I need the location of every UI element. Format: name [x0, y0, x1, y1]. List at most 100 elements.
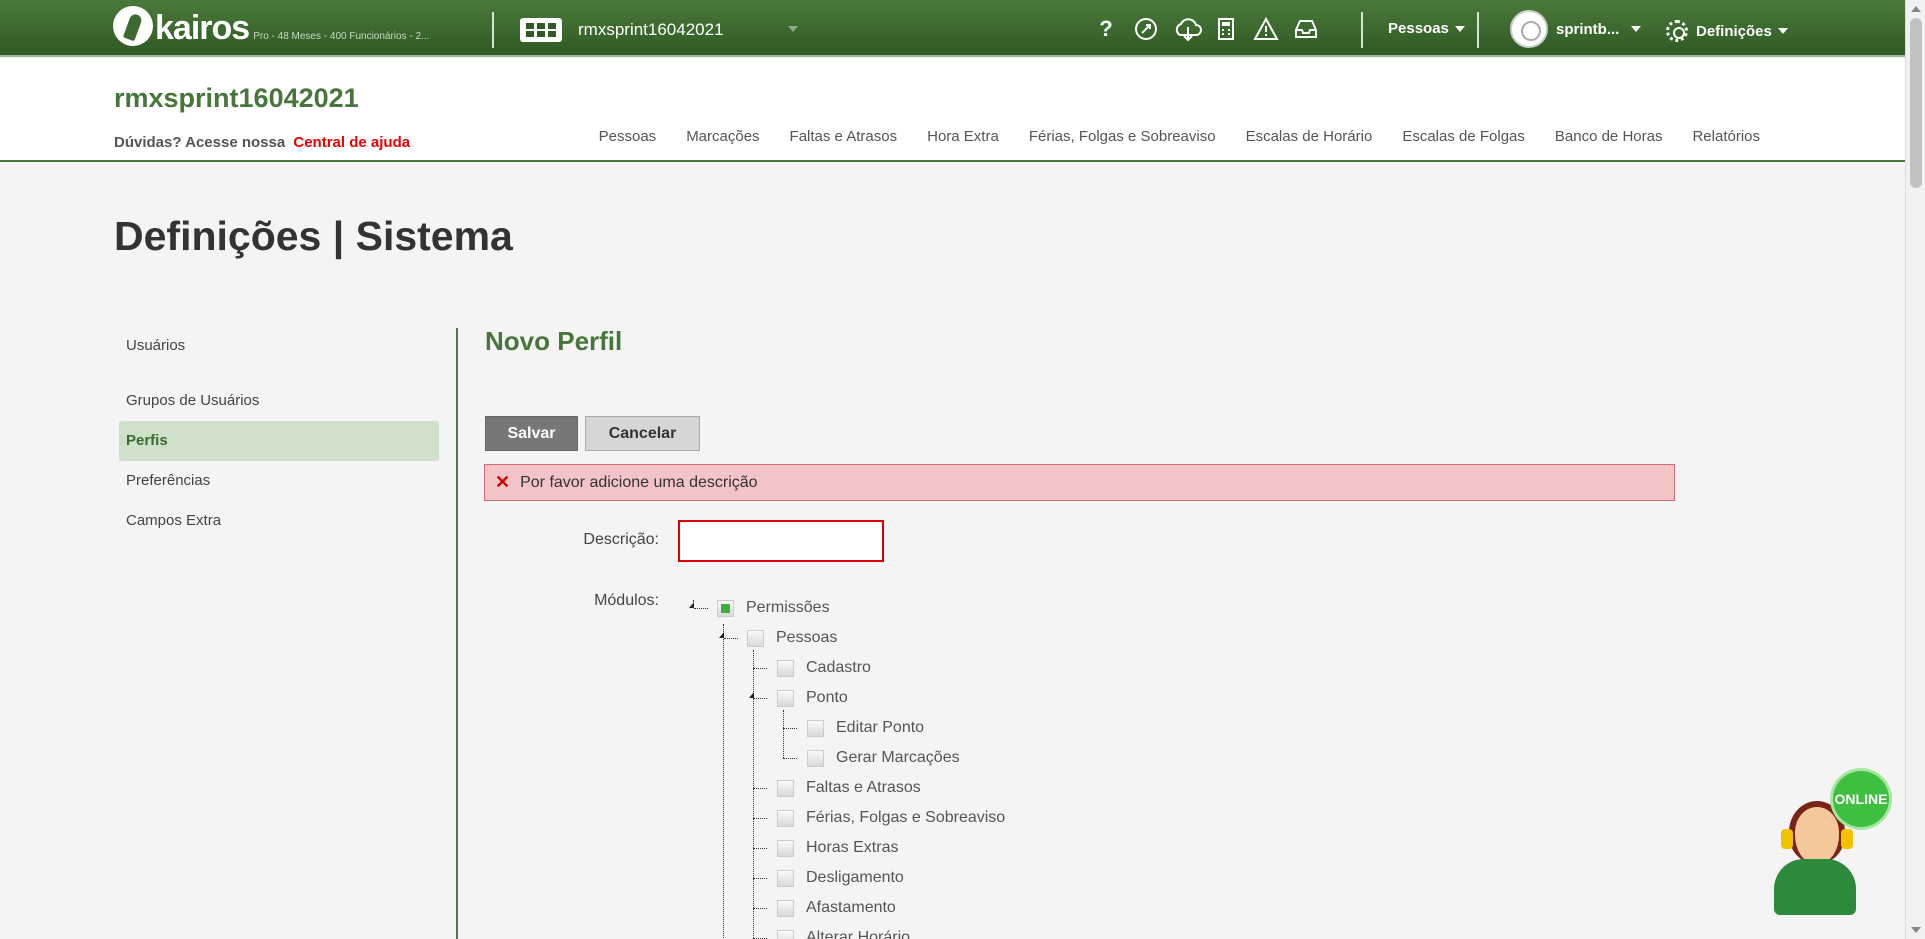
cloud-download-icon[interactable]	[1173, 16, 1202, 42]
nav-banco-horas[interactable]: Banco de Horas	[1555, 128, 1663, 145]
logo-text: kairos	[155, 9, 250, 47]
tree-checkbox[interactable]	[777, 779, 794, 797]
avatar	[1510, 10, 1548, 48]
modules-label: Módulos:	[594, 592, 659, 609]
description-label: Descrição:	[583, 531, 659, 548]
inbox-icon[interactable]	[1293, 16, 1319, 42]
warning-icon[interactable]	[1253, 16, 1279, 42]
tree-node[interactable]: Gerar Marcações	[807, 747, 960, 769]
user-name: sprintb...	[1556, 20, 1620, 38]
sidebar-divider	[456, 328, 458, 939]
plan-info: Pro - 48 Meses - 400 Funcionários - 2...	[253, 31, 430, 42]
kairos-logo-icon	[113, 6, 153, 46]
online-badge: ONLINE	[1833, 771, 1889, 827]
close-icon: ✕	[495, 472, 511, 492]
nav-hora-extra[interactable]: Hora Extra	[927, 128, 999, 145]
tree-node-label: Desligamento	[806, 869, 904, 886]
tree-connector	[724, 638, 738, 639]
scroll-down-icon[interactable]	[1911, 927, 1921, 933]
tree-node-label: Horas Extras	[806, 839, 899, 856]
tree-connector	[783, 728, 797, 729]
error-alert: ✕ Por favor adicione uma descrição	[484, 464, 1675, 501]
tree-node[interactable]: Ponto	[777, 687, 848, 709]
help-icon[interactable]: ?	[1093, 16, 1119, 42]
user-menu[interactable]: sprintb...	[1510, 10, 1642, 48]
tree-connector	[753, 788, 767, 789]
tree-checkbox[interactable]	[777, 899, 794, 917]
tree-checkbox[interactable]	[717, 599, 734, 617]
tree-checkbox[interactable]	[777, 929, 794, 939]
sidebar-item-campos-extra[interactable]: Campos Extra	[119, 501, 439, 541]
tree-checkbox[interactable]	[807, 719, 824, 737]
tree-node-label: Afastamento	[806, 899, 896, 916]
rocket-icon[interactable]	[1133, 16, 1159, 42]
nav-marcacoes[interactable]: Marcações	[686, 128, 759, 145]
kairos-logo[interactable]: kairos Pro - 48 Meses - 400 Funcionários…	[113, 6, 429, 46]
tree-node[interactable]: Desligamento	[777, 867, 904, 889]
top-bar: kairos Pro - 48 Meses - 400 Funcionários…	[0, 0, 1905, 57]
tree-checkbox[interactable]	[777, 659, 794, 677]
tree-node[interactable]: Horas Extras	[777, 837, 898, 859]
tree-node[interactable]: Cadastro	[777, 657, 871, 679]
company-grid-icon	[520, 18, 562, 42]
tree-checkbox[interactable]	[777, 809, 794, 827]
tree-checkbox[interactable]	[807, 749, 824, 767]
tree-connector	[753, 698, 767, 699]
scroll-thumb[interactable]	[1910, 18, 1922, 188]
tree-node-label: Pessoas	[776, 629, 838, 646]
tree-node[interactable]: Editar Ponto	[807, 717, 924, 739]
tree-checkbox[interactable]	[777, 869, 794, 887]
sidebar-item-grupos[interactable]: Grupos de Usuários	[119, 381, 439, 421]
nav-faltas-atrasos[interactable]: Faltas e Atrasos	[790, 128, 898, 145]
tree-connector	[753, 848, 767, 849]
tree-connector	[753, 818, 767, 819]
headset-icon	[1841, 829, 1853, 849]
tree-checkbox[interactable]	[747, 629, 764, 647]
nav-relatorios[interactable]: Relatórios	[1692, 128, 1760, 145]
tree-connector	[693, 600, 694, 608]
tree-node-label: Gerar Marcações	[836, 749, 960, 766]
help-prefix: Dúvidas? Acesse nossa	[114, 134, 286, 151]
company-selector[interactable]: rmxsprint16042021	[520, 18, 724, 42]
divider	[492, 12, 494, 48]
error-message: Por favor adicione uma descrição	[520, 473, 758, 491]
tree-node[interactable]: Permissões	[717, 597, 830, 619]
tree-node-label: Ponto	[806, 689, 848, 706]
chevron-down-icon[interactable]	[788, 26, 798, 32]
cancel-button[interactable]: Cancelar	[585, 416, 700, 451]
sidebar-item-preferencias[interactable]: Preferências	[119, 461, 439, 501]
tree-node[interactable]: Férias, Folgas e Sobreaviso	[777, 807, 1005, 829]
tree-node[interactable]: Faltas e Atrasos	[777, 777, 921, 799]
tree-node[interactable]: Alterar Horário	[777, 927, 910, 939]
nav-escalas-horario[interactable]: Escalas de Horário	[1246, 128, 1373, 145]
nav-pessoas[interactable]: Pessoas	[599, 128, 657, 145]
page-scrollbar[interactable]	[1905, 0, 1925, 939]
people-menu[interactable]: Pessoas	[1388, 20, 1465, 37]
tree-node[interactable]: Pessoas	[747, 627, 837, 649]
main-nav: Pessoas Marcações Faltas e Atrasos Hora …	[569, 128, 1760, 145]
tree-node-label: Alterar Horário	[806, 929, 911, 939]
tree-checkbox[interactable]	[777, 839, 794, 857]
divider	[1361, 12, 1363, 48]
page-header: rmxsprint16042021 Dúvidas? Acesse nossa …	[0, 59, 1905, 162]
chevron-down-icon	[1454, 25, 1465, 32]
help-center-link[interactable]: Central de ajuda	[293, 134, 410, 151]
page-title: Definições | Sistema	[114, 213, 513, 259]
tree-node-label: Faltas e Atrasos	[806, 779, 921, 796]
tree-connector	[723, 624, 724, 939]
tree-connector	[753, 878, 767, 879]
tree-connector	[783, 710, 784, 758]
sidebar-item-usuarios[interactable]: Usuários	[119, 326, 439, 366]
tree-checkbox[interactable]	[777, 689, 794, 707]
sidebar-item-perfis[interactable]: Perfis	[119, 421, 439, 461]
headset-icon	[1781, 829, 1793, 849]
scroll-up-icon[interactable]	[1911, 6, 1921, 12]
tree-node[interactable]: Afastamento	[777, 897, 896, 919]
nav-ferias-folgas[interactable]: Férias, Folgas e Sobreaviso	[1029, 128, 1216, 145]
calculator-icon[interactable]	[1213, 16, 1239, 42]
description-input[interactable]	[678, 520, 884, 562]
chevron-down-icon	[1631, 26, 1642, 32]
nav-escalas-folgas[interactable]: Escalas de Folgas	[1402, 128, 1525, 145]
settings-menu[interactable]: Definições	[1666, 20, 1788, 42]
save-button[interactable]: Salvar	[485, 416, 578, 451]
